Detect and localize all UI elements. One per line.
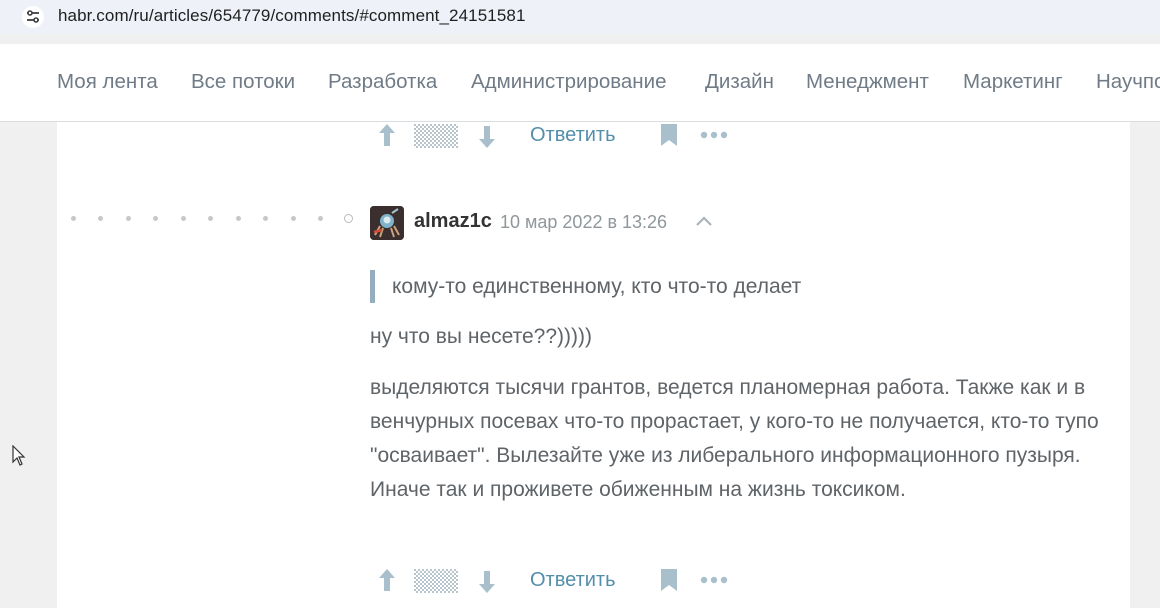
more-icon[interactable]: [700, 576, 728, 584]
arrow-up-icon[interactable]: [378, 567, 396, 593]
bookmark-icon[interactable]: [660, 123, 678, 147]
reply-button[interactable]: Ответить: [530, 569, 616, 592]
comment-date[interactable]: 10 мар 2022 в 13:26: [500, 212, 667, 233]
thread-dot: [291, 216, 296, 221]
nav-item-popsci[interactable]: Научпоп: [1096, 70, 1160, 94]
avatar[interactable]: [370, 206, 404, 240]
thread-dot: [126, 216, 131, 221]
top-nav: Моя лента Все потоки Разработка Админист…: [0, 44, 1160, 122]
thread-dot: [236, 216, 241, 221]
thread-dot: [181, 216, 186, 221]
thread-dot: [208, 216, 213, 221]
comment-paragraph: выделяются тысячи грантов, ведется плано…: [370, 376, 1099, 501]
reply-button[interactable]: Ответить: [530, 124, 616, 147]
comment-author[interactable]: almaz1c: [414, 210, 492, 233]
address-bar: habr.com/ru/articles/654779/comments/#co…: [0, 0, 1160, 34]
arrow-up-icon[interactable]: [378, 122, 396, 148]
nav-item-design[interactable]: Дизайн: [705, 70, 774, 94]
tune-icon[interactable]: [22, 6, 44, 28]
bookmark-icon[interactable]: [660, 568, 678, 592]
nav-item-my-feed[interactable]: Моя лента: [57, 70, 158, 94]
thread-dot: [98, 216, 103, 221]
thread-dot: [263, 216, 268, 221]
score-pattern-icon: [414, 124, 458, 148]
nav-item-all-streams[interactable]: Все потоки: [191, 70, 295, 94]
arrow-down-icon[interactable]: [478, 569, 496, 595]
nav-item-management[interactable]: Менеджмент: [806, 70, 929, 94]
thread-dot: [153, 216, 158, 221]
thread-dot: [71, 216, 76, 221]
more-icon[interactable]: [700, 131, 728, 139]
mouse-cursor-icon: [12, 445, 26, 466]
nav-item-development[interactable]: Разработка: [328, 70, 437, 94]
nav-item-administration[interactable]: Администрирование: [471, 70, 666, 94]
url-text[interactable]: habr.com/ru/articles/654779/comments/#co…: [58, 6, 526, 26]
comment-paragraph: ну что вы несете??))))): [370, 325, 592, 348]
score-pattern-icon: [414, 569, 458, 593]
thread-dot: [318, 216, 323, 221]
arrow-down-icon[interactable]: [478, 124, 496, 150]
comment-quote: кому-то единственному, кто что-то делает: [370, 270, 801, 303]
nav-item-marketing[interactable]: Маркетинг: [963, 70, 1063, 94]
url-field[interactable]: habr.com/ru/articles/654779/comments/#co…: [0, 0, 1160, 34]
chevron-up-icon[interactable]: [695, 215, 713, 227]
thread-dot-current: [344, 214, 353, 223]
comments-card: [57, 122, 1130, 608]
